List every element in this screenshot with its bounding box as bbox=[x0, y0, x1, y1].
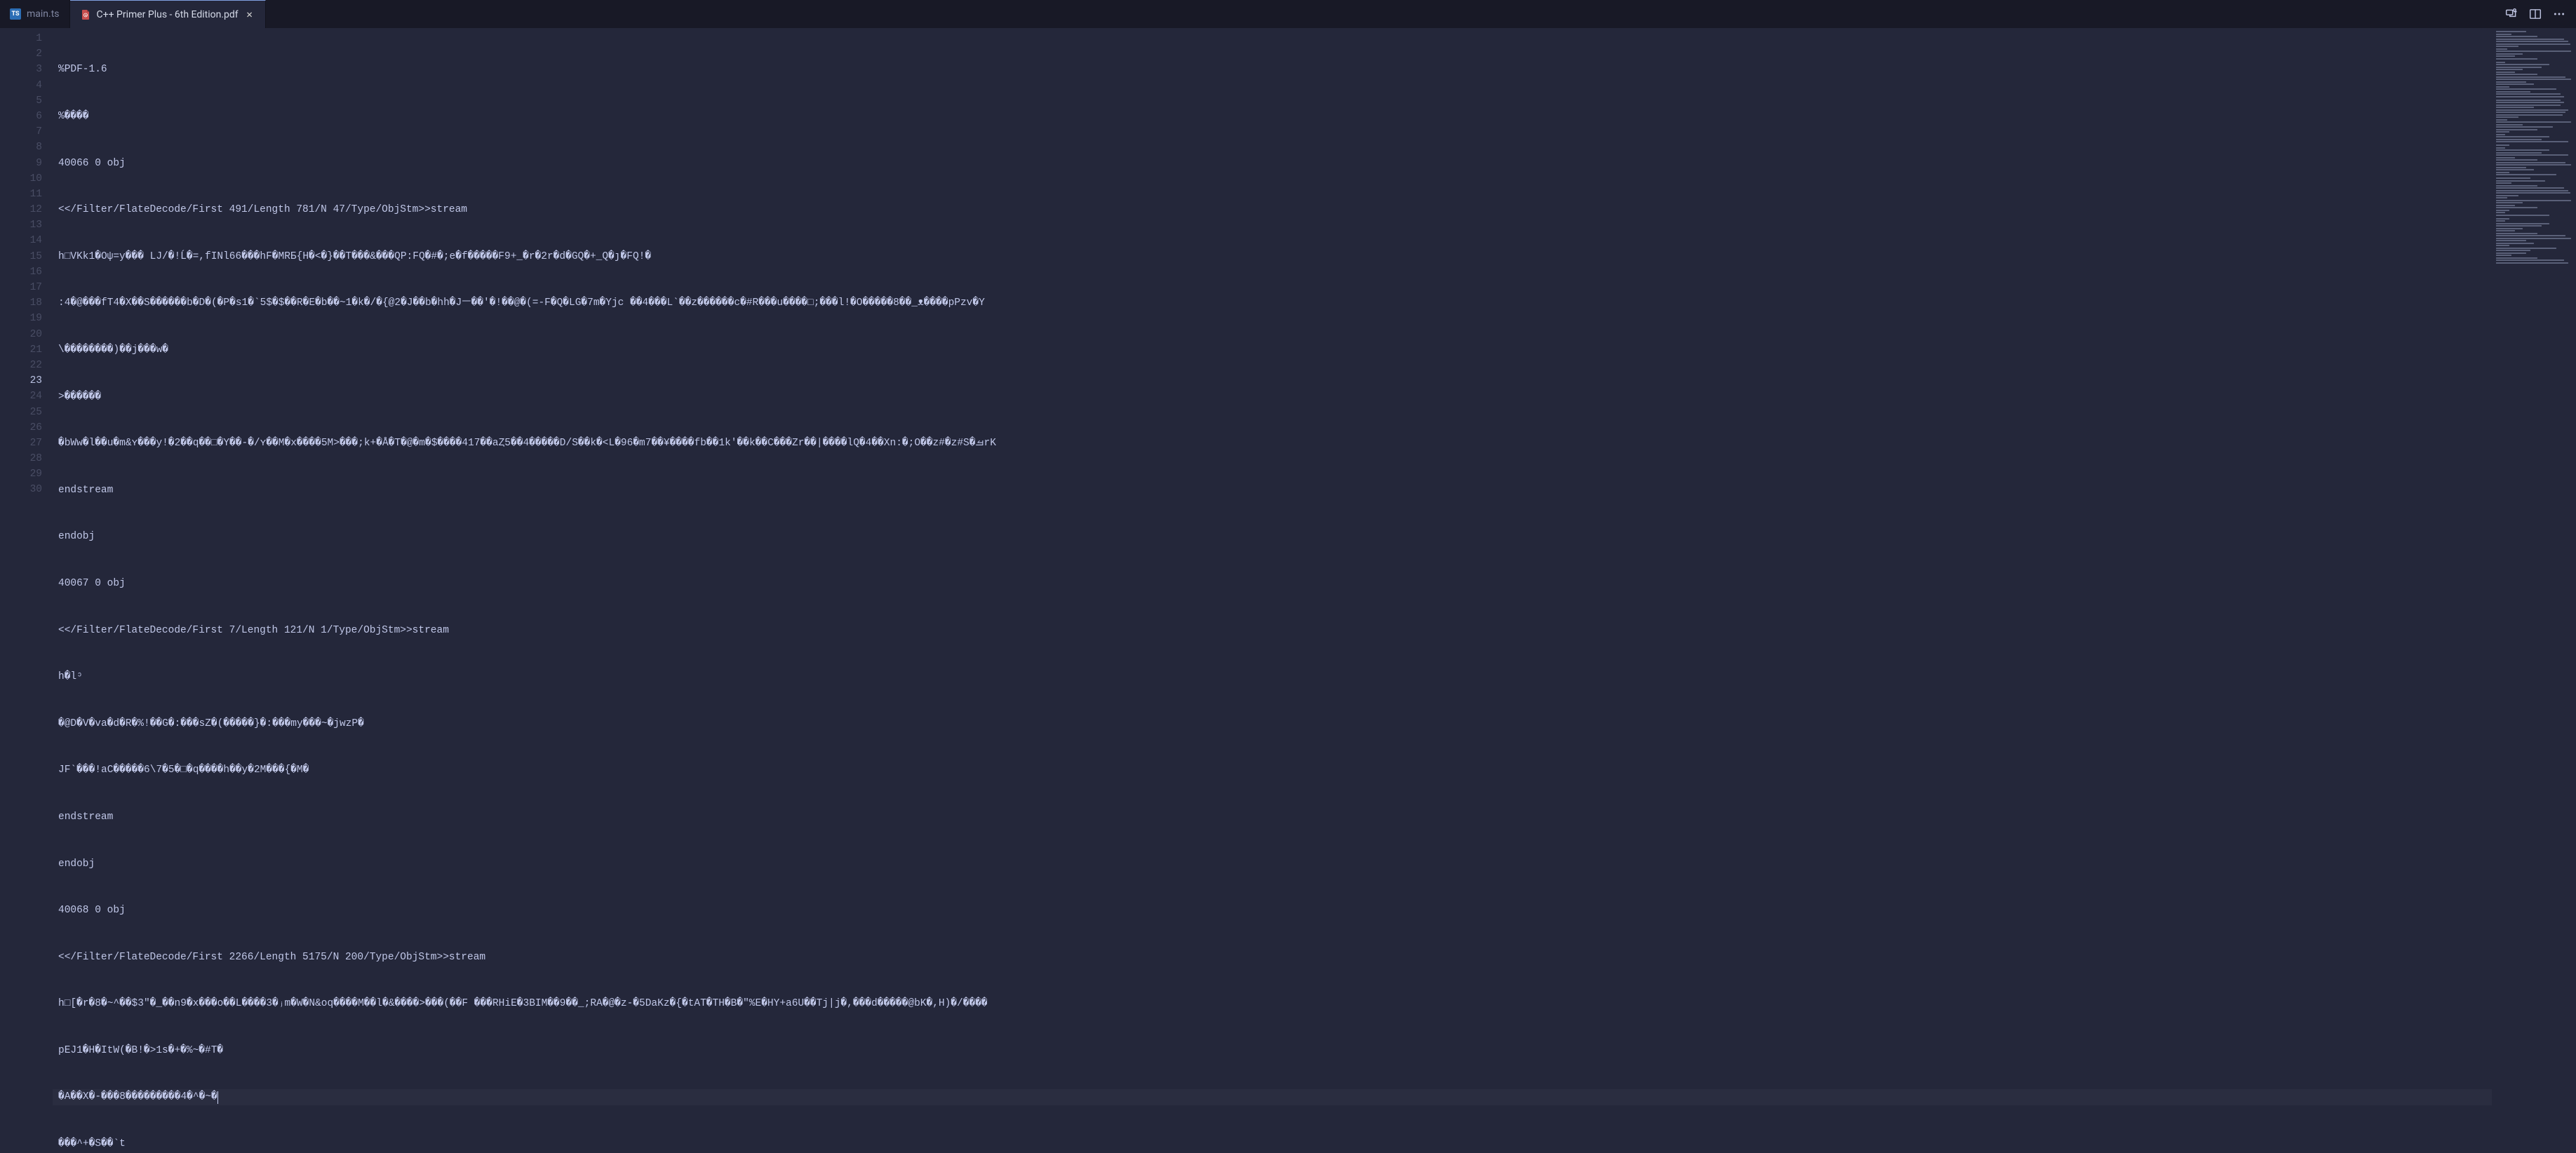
line-number: 19 bbox=[0, 311, 42, 326]
line-number: 6 bbox=[0, 109, 42, 124]
code-line: <</Filter/FlateDecode/First 2266/Length … bbox=[53, 950, 2492, 965]
line-number: 4 bbox=[0, 78, 42, 93]
code-line: h□VKk1�Oψ=y��� LJ/�!Ĺ�=,fINl66���hF�MRƂ{… bbox=[53, 249, 2492, 264]
code-line: h□[�r�8�~^��$3"�_��n9�x���o��L����3�ⱼm�W… bbox=[53, 996, 2492, 1011]
code-line: endobj bbox=[53, 529, 2492, 544]
split-editor-icon[interactable] bbox=[2525, 4, 2545, 24]
line-number: 23 bbox=[0, 373, 42, 389]
ts-icon: TS bbox=[10, 8, 21, 20]
code-line: <</Filter/FlateDecode/First 7/Length 121… bbox=[53, 623, 2492, 638]
code-line: >������ bbox=[53, 389, 2492, 405]
code-line: :4�@���fT4�X��S������b�D�(�P�s1�`5$�$��R… bbox=[53, 295, 2492, 311]
line-number: 16 bbox=[0, 264, 42, 280]
line-number: 5 bbox=[0, 93, 42, 109]
find-replace-icon[interactable] bbox=[2502, 4, 2521, 24]
minimap[interactable] bbox=[2492, 28, 2576, 1153]
code-line: ���^+�S��`t bbox=[53, 1136, 2492, 1152]
code-line: %PDF-1.6 bbox=[53, 62, 2492, 77]
code-editor-area[interactable]: %PDF-1.6 %���� 40066 0 obj <</Filter/Fla… bbox=[53, 28, 2492, 1153]
line-number: 22 bbox=[0, 358, 42, 373]
code-line: endstream bbox=[53, 483, 2492, 498]
code-line: �@D�V�va�d�R�%!��G�:���sZ�(�����}�:���my… bbox=[53, 716, 2492, 731]
code-line: 40068 0 obj bbox=[53, 903, 2492, 918]
line-number: 14 bbox=[0, 233, 42, 248]
line-number: 17 bbox=[0, 280, 42, 295]
line-number-gutter: 1 2 3 4 5 6 7 8 9 10 11 12 13 14 15 16 1… bbox=[0, 28, 53, 1153]
line-number: 29 bbox=[0, 466, 42, 482]
line-number: 12 bbox=[0, 202, 42, 217]
line-number: 11 bbox=[0, 187, 42, 202]
tab-label: C++ Primer Plus - 6th Edition.pdf bbox=[97, 9, 239, 20]
code-line: h�lᵓ bbox=[53, 669, 2492, 685]
line-number: 1 bbox=[0, 31, 42, 46]
code-line: endobj bbox=[53, 856, 2492, 872]
code-line: pEJ1�H�ItW(�B!�>1s�+�%~�#T� bbox=[53, 1043, 2492, 1058]
code-line: JF`���!aC�����6\7�5�□�q����h��y�2M���{�M… bbox=[53, 762, 2492, 778]
code-line-current: �A��X�-���8���������4�^�~� bbox=[53, 1089, 2492, 1105]
code-line: endstream bbox=[53, 809, 2492, 825]
line-number: 8 bbox=[0, 140, 42, 155]
code-line: 40066 0 obj bbox=[53, 156, 2492, 171]
line-number: 20 bbox=[0, 327, 42, 342]
line-number: 15 bbox=[0, 249, 42, 264]
line-number: 13 bbox=[0, 217, 42, 233]
text-cursor bbox=[217, 1091, 218, 1104]
pdf-icon bbox=[80, 9, 91, 20]
code-line: %���� bbox=[53, 109, 2492, 124]
line-number: 2 bbox=[0, 46, 42, 62]
line-number: 10 bbox=[0, 171, 42, 187]
editor-container: 1 2 3 4 5 6 7 8 9 10 11 12 13 14 15 16 1… bbox=[0, 28, 2576, 1153]
tabs-actions bbox=[2502, 4, 2576, 24]
code-line: �bWw�l��u�m&ʏ���y!�2��q��□�Y��-�/ʏ��M�x�… bbox=[53, 436, 2492, 451]
line-number: 7 bbox=[0, 124, 42, 140]
code-line: 40067 0 obj bbox=[53, 576, 2492, 591]
close-icon[interactable]: × bbox=[244, 9, 255, 20]
tab-main-ts[interactable]: TS main.ts bbox=[0, 0, 70, 28]
tabs-bar: TS main.ts C++ Primer Plus - 6th Edition… bbox=[0, 0, 2576, 28]
more-actions-icon[interactable] bbox=[2549, 4, 2569, 24]
code-line: \��������)��j���w� bbox=[53, 342, 2492, 358]
line-number: 18 bbox=[0, 295, 42, 311]
line-number: 25 bbox=[0, 405, 42, 420]
code-line: <</Filter/FlateDecode/First 491/Length 7… bbox=[53, 202, 2492, 217]
line-number: 27 bbox=[0, 436, 42, 451]
tab-label: main.ts bbox=[27, 8, 60, 20]
line-number: 24 bbox=[0, 389, 42, 404]
line-number: 30 bbox=[0, 482, 42, 497]
line-number: 21 bbox=[0, 342, 42, 358]
tab-pdf[interactable]: C++ Primer Plus - 6th Edition.pdf × bbox=[70, 0, 266, 28]
line-number: 28 bbox=[0, 451, 42, 466]
line-number: 26 bbox=[0, 420, 42, 436]
line-number: 9 bbox=[0, 156, 42, 171]
line-number: 3 bbox=[0, 62, 42, 77]
